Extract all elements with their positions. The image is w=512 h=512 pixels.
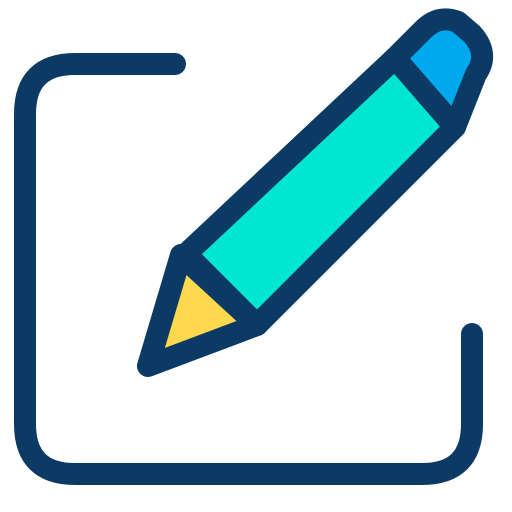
edit-icon-svg [14, 8, 493, 485]
edit-icon [0, 0, 512, 512]
